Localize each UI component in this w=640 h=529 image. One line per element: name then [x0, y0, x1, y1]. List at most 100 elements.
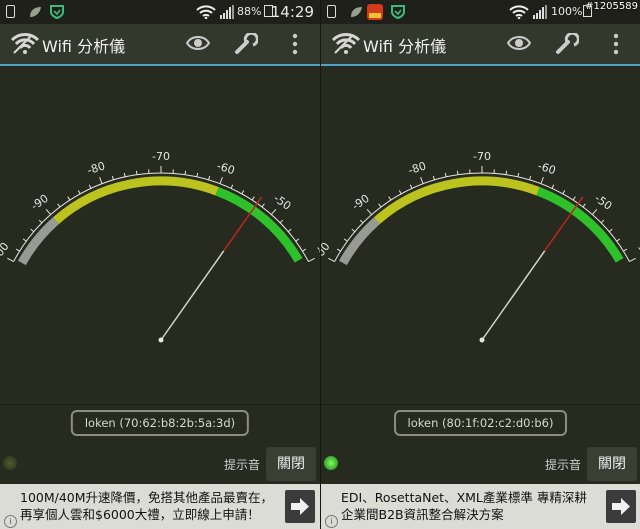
gauge-major-tick — [7, 257, 14, 263]
info-icon[interactable]: i — [325, 515, 338, 528]
leaf-icon — [28, 5, 41, 18]
gauge-tick-label: -50 — [592, 192, 614, 213]
gauge-minor-tick — [551, 184, 555, 189]
info-icon[interactable]: i — [4, 515, 17, 528]
gauge-minor-tick — [616, 238, 621, 242]
gauge-band-weak — [339, 217, 381, 266]
divider — [0, 404, 320, 405]
action-bar: Wifi 分析儀 — [0, 24, 320, 66]
gauge-minor-tick — [432, 175, 435, 181]
wrench-icon[interactable] — [234, 31, 259, 59]
battery-percent: 88% — [237, 5, 262, 18]
shield-icon — [391, 5, 405, 20]
gauge-minor-tick — [398, 190, 402, 195]
gauge-minor-tick — [343, 238, 348, 242]
battery-percent: 100% — [551, 5, 583, 18]
gauge-minor-tick — [111, 175, 114, 181]
wifi-app-logo-icon — [331, 31, 361, 59]
app-title: Wifi 分析儀 — [363, 37, 447, 56]
gauge-minor-tick — [456, 170, 459, 175]
arrow-right-icon[interactable] — [285, 490, 315, 523]
cell-signal-icon — [533, 5, 547, 19]
leaf-icon — [349, 5, 362, 18]
gauge-minor-tick — [251, 196, 255, 201]
gauge-pivot — [158, 337, 164, 343]
shield-icon — [50, 5, 64, 20]
gauge-tick-label: -40 — [312, 243, 320, 265]
gauge-minor-tick — [230, 184, 234, 189]
gauge-pivot — [479, 337, 485, 343]
gauge-minor-tick — [184, 170, 187, 175]
gauge-minor-tick — [77, 190, 81, 195]
signal-gauge: -100-90-80-70-60-50-40dBm — [321, 150, 640, 343]
gauge-minor-tick — [261, 203, 265, 208]
gauge-minor-tick — [409, 184, 413, 189]
gauge-major-tick — [270, 209, 277, 215]
gauge-minor-tick — [444, 172, 447, 178]
gauge-tick-label: -100 — [321, 240, 333, 268]
gauge-minor-tick — [572, 196, 576, 201]
gauge-minor-tick — [608, 228, 613, 233]
gauge-tick-label: -90 — [29, 192, 51, 213]
gauge-minor-tick — [196, 172, 199, 178]
gauge-major-tick — [366, 209, 373, 215]
gauge-minor-tick — [30, 228, 35, 233]
wrench-icon[interactable] — [555, 31, 580, 59]
gauge-tick-label: -90 — [350, 192, 372, 213]
gauge-tick-label: -80 — [407, 159, 428, 177]
gauge-minor-tick — [241, 190, 245, 195]
gauge-minor-tick — [582, 203, 586, 208]
eye-icon[interactable] — [185, 33, 211, 57]
phone-icon — [327, 5, 336, 18]
gauge-minor-tick — [38, 219, 43, 224]
gauge-minor-tick — [15, 248, 20, 252]
screen-left: 88% 14:29 Wifi 分析儀 -100 -90 -80 -70 -60 -50 -4… — [0, 0, 320, 529]
gauge-major-tick — [328, 257, 335, 263]
cell-signal-icon — [220, 5, 234, 19]
gauge-tick-label: -40 — [633, 243, 640, 265]
gauge-major-tick — [540, 177, 544, 184]
close-button[interactable]: 關閉 — [266, 447, 316, 481]
gauge-minor-tick — [208, 175, 211, 181]
wifi-signal-icon — [196, 5, 216, 20]
gauge-minor-tick — [600, 219, 605, 224]
gauge-needle — [481, 250, 546, 341]
gauge-band-fair — [53, 176, 219, 224]
gauge-minor-tick — [623, 248, 628, 252]
gauge-minor-tick — [57, 203, 61, 208]
gauge-minor-tick — [388, 196, 392, 201]
overflow-menu-icon[interactable] — [613, 33, 619, 59]
gauge-major-tick — [308, 257, 315, 263]
gauge-major-tick — [420, 177, 424, 184]
signal-gauge: -100-90-80-70-60-50-40dBm — [0, 150, 320, 343]
gauge-minor-tick — [517, 172, 520, 178]
gauge-minor-tick — [88, 184, 92, 189]
promo-badge-icon — [367, 4, 383, 20]
gauge-major-tick — [99, 177, 103, 184]
gauge-minor-tick — [336, 248, 341, 252]
gauge-band-fair — [374, 176, 540, 224]
phone-icon — [6, 5, 15, 18]
overflow-menu-icon[interactable] — [292, 33, 298, 59]
arrow-right-icon[interactable] — [606, 490, 636, 523]
status-led — [324, 456, 338, 470]
network-selector[interactable]: loken (80:1f:02:c2:d0:b6) — [393, 410, 568, 436]
gauge-minor-tick — [279, 219, 284, 224]
divider — [321, 404, 640, 405]
gauge-tick-label: -80 — [86, 159, 107, 177]
gauge-minor-tick — [67, 196, 71, 201]
gauge-minor-tick — [135, 170, 138, 175]
gauge-minor-tick — [378, 203, 382, 208]
ad-banner[interactable]: EDI、RosettaNet、XML產業標準 專精深耕企業間B2B資訊整合解決方… — [321, 484, 640, 529]
gauge-tick-label: -50 — [271, 192, 293, 213]
eye-icon[interactable] — [506, 33, 532, 57]
network-selector[interactable]: loken (70:62:b8:2b:5a:3d) — [70, 410, 250, 436]
wifi-app-logo-icon — [10, 31, 40, 59]
gauge-minor-tick — [295, 238, 300, 242]
status-led — [3, 456, 17, 470]
gauge-minor-tick — [22, 238, 27, 242]
screen-right: 100% Wifi 分析儀 -100-90-80-70-60-50-40dBm … — [320, 0, 640, 529]
close-button[interactable]: 關閉 — [587, 447, 637, 481]
ad-banner[interactable]: 100M/40M升速降價，免搭其他產品最賣在，再享個人雲和$6000大禮，立即線… — [0, 484, 320, 529]
app-title: Wifi 分析儀 — [42, 37, 126, 56]
